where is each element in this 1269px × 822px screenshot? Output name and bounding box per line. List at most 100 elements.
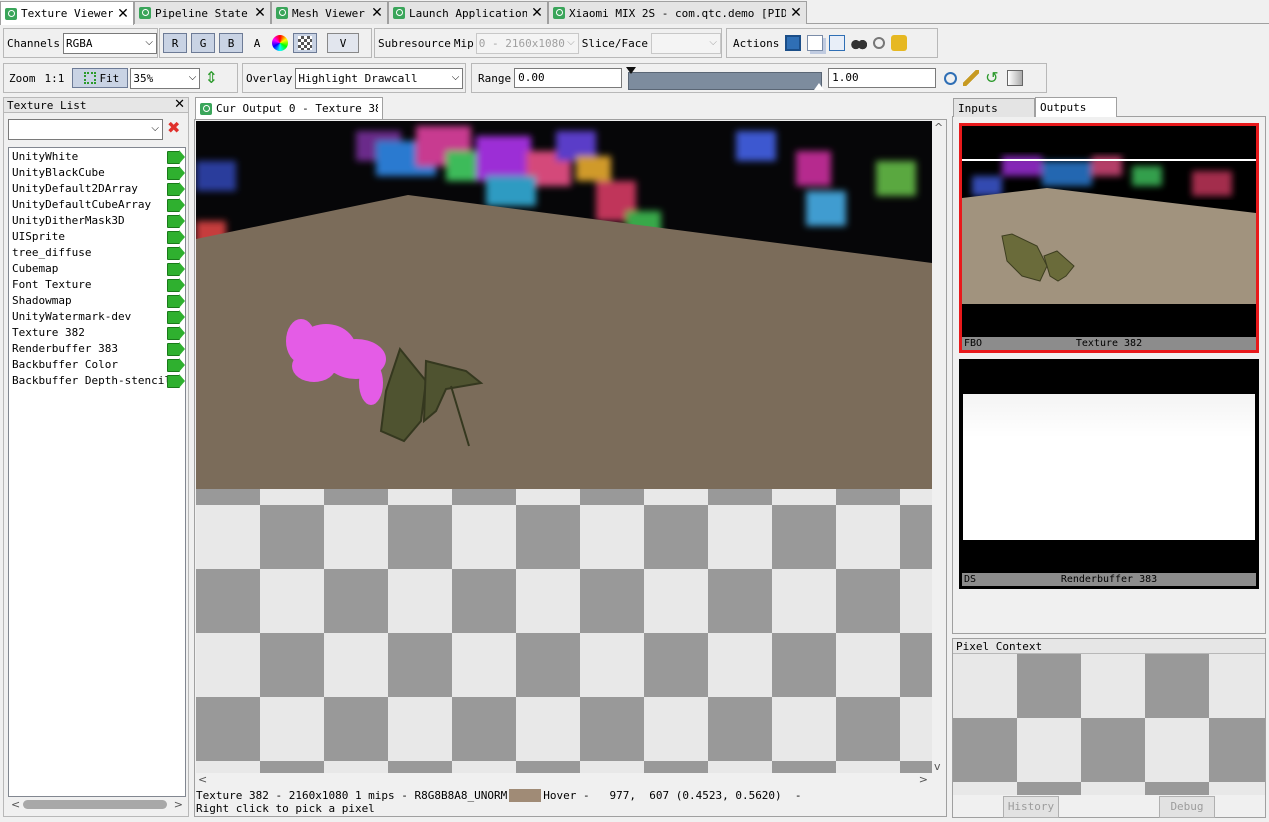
close-icon[interactable]: ✕ [790, 5, 802, 21]
go-arrow-icon[interactable] [167, 374, 185, 388]
texture-status: Texture 382 - 2160x1080 1 mips - R8G8B8A… [196, 788, 936, 802]
texture-list-item[interactable]: UnityDitherMask3D [12, 213, 185, 229]
texture-filter-select[interactable]: ⌵ [8, 119, 163, 140]
range-min-input[interactable]: 0.00 [514, 68, 623, 88]
texture-list-item[interactable]: UnityWhite [12, 149, 185, 165]
go-arrow-icon[interactable] [167, 230, 185, 244]
binoculars-icon[interactable] [851, 35, 868, 51]
tab-cur-output[interactable]: Cur Output 0 - Texture 382 [195, 97, 383, 119]
go-arrow-icon[interactable] [167, 198, 185, 212]
green-channel-toggle[interactable]: G [191, 33, 215, 53]
mip-select[interactable]: 0 - 2160x1080 ⌵ [475, 32, 579, 54]
viewer-vscrollbar[interactable]: ^ v [932, 121, 946, 773]
reset-range-icon[interactable]: ↺ [985, 70, 1001, 86]
tab-outputs[interactable]: Outputs [1035, 97, 1117, 117]
tab-launch-application[interactable]: Launch Application ✕ [388, 1, 548, 24]
texture-list-item[interactable]: Cubemap [12, 261, 185, 277]
tab-mesh-viewer[interactable]: Mesh Viewer ✕ [271, 1, 388, 24]
checkerboard-toggle[interactable] [293, 33, 317, 53]
range-max-handle[interactable] [814, 83, 825, 90]
pixel-context-canvas[interactable] [953, 654, 1265, 795]
texture-list-item[interactable]: UnityDefault2DArray [12, 181, 185, 197]
range-max-input[interactable]: 1.00 [828, 68, 937, 88]
channels-group: Channels RGBA ⌵ [3, 28, 158, 58]
color-picker-icon[interactable] [272, 35, 288, 51]
range-min-handle[interactable] [626, 67, 637, 74]
tab-texture-viewer[interactable]: Texture Viewer ✕ [0, 1, 134, 25]
texture-list-item[interactable]: Backbuffer Depth-stencil [12, 373, 185, 389]
v-flip-button[interactable]: V [327, 33, 359, 53]
chevron-down-icon: ⌵ [709, 36, 717, 48]
auto-fit-range-icon[interactable] [963, 70, 980, 86]
fit-toggle[interactable]: Fit [72, 68, 129, 88]
tab-inputs[interactable]: Inputs [953, 98, 1035, 117]
go-arrow-icon[interactable] [167, 246, 185, 260]
debug-button[interactable]: Debug [1159, 796, 1215, 818]
close-icon[interactable]: ✕ [254, 5, 266, 21]
texture-list-item[interactable]: UnityDefaultCubeArray [12, 197, 185, 213]
texture-list-item[interactable]: Backbuffer Color [12, 357, 185, 373]
zoom-1-1-button[interactable]: 1:1 [39, 72, 71, 85]
tab-pipeline-state[interactable]: Pipeline State ✕ [134, 1, 271, 24]
close-icon[interactable]: ✕ [174, 97, 185, 112]
go-arrow-icon[interactable] [167, 358, 185, 372]
zoom-select[interactable]: 35% ⌵ [130, 67, 201, 89]
fit-icon [84, 72, 97, 84]
go-arrow-icon[interactable] [167, 166, 185, 180]
clear-filter-icon[interactable]: ✖ [167, 118, 180, 137]
scroll-down-icon[interactable]: v [934, 760, 941, 773]
go-arrow-icon[interactable] [167, 326, 185, 340]
texture-list-item[interactable]: Texture 382 [12, 325, 185, 341]
histogram-icon[interactable] [1007, 70, 1024, 86]
output-thumbnail-ds[interactable]: DS Renderbuffer 383 [959, 359, 1259, 589]
scroll-up-icon[interactable]: ^ [934, 121, 943, 134]
texture-list-item[interactable]: Shadowmap [12, 293, 185, 309]
go-arrow-icon[interactable] [167, 342, 185, 356]
output-thumbnail-fbo[interactable]: FBO Texture 382 [959, 123, 1259, 353]
close-icon[interactable]: ✕ [371, 5, 383, 21]
texture-list: UnityWhite UnityBlackCube UnityDefault2DAr… [8, 147, 186, 797]
scroll-left-icon[interactable]: < [198, 773, 207, 786]
go-arrow-icon[interactable] [167, 214, 185, 228]
go-arrow-icon[interactable] [167, 294, 185, 308]
texture-list-item[interactable]: UnityWatermark-dev [12, 309, 185, 325]
save-icon[interactable] [785, 35, 802, 51]
scrollbar-thumb[interactable] [23, 800, 167, 809]
texture-list-item[interactable]: UnityBlackCube [12, 165, 185, 181]
tab-capture-xiaomi[interactable]: Xiaomi MIX 2S - com.qtc.demo [PID⋯ ✕ [548, 1, 807, 24]
overlay-select[interactable]: Highlight Drawcall ⌵ [295, 67, 464, 89]
scroll-right-icon[interactable]: > [174, 798, 183, 811]
texture-list-item[interactable]: Renderbuffer 383 [12, 341, 185, 357]
go-arrow-icon[interactable] [167, 150, 185, 164]
go-arrow-icon[interactable] [167, 278, 185, 292]
link-icon[interactable] [873, 37, 886, 49]
blue-channel-toggle[interactable]: B [219, 33, 243, 53]
go-arrow-icon[interactable] [167, 262, 185, 276]
copy-icon[interactable] [807, 35, 824, 51]
slice-face-select[interactable]: ⌵ [650, 32, 721, 54]
close-icon[interactable]: ✕ [531, 5, 543, 21]
zoom-range-icon[interactable] [944, 71, 958, 85]
history-button[interactable]: History [1003, 796, 1059, 818]
go-arrow-icon[interactable] [167, 182, 185, 196]
alpha-channel-toggle[interactable]: A [245, 37, 269, 50]
flip-vertical-icon[interactable]: ⇕ [203, 70, 219, 86]
open-resource-icon[interactable] [829, 35, 846, 51]
hover-info: Hover - 977, 607 (0.4523, 0.5620) - [543, 788, 802, 802]
texture-list-item[interactable]: tree_diffuse [12, 245, 185, 261]
texture-list-hscrollbar[interactable]: < > [9, 797, 185, 813]
texture-status-text: Texture 382 - 2160x1080 1 mips - R8G8B8A… [196, 788, 508, 802]
texture-list-item[interactable]: Font Texture [12, 277, 185, 293]
close-icon[interactable]: ✕ [117, 6, 129, 22]
puzzle-icon[interactable] [891, 35, 908, 51]
scroll-left-icon[interactable]: < [11, 798, 20, 811]
texture-list-item[interactable]: UISprite [12, 229, 185, 245]
channels-select[interactable]: RGBA ⌵ [62, 32, 157, 54]
range-histogram[interactable] [626, 67, 825, 90]
go-arrow-icon[interactable] [167, 310, 185, 324]
scroll-right-icon[interactable]: > [919, 773, 928, 786]
red-channel-toggle[interactable]: R [163, 33, 187, 53]
mesh-viewer-icon [276, 7, 288, 19]
viewer-hscrollbar[interactable]: < > [196, 773, 932, 787]
texture-canvas[interactable] [196, 121, 932, 773]
